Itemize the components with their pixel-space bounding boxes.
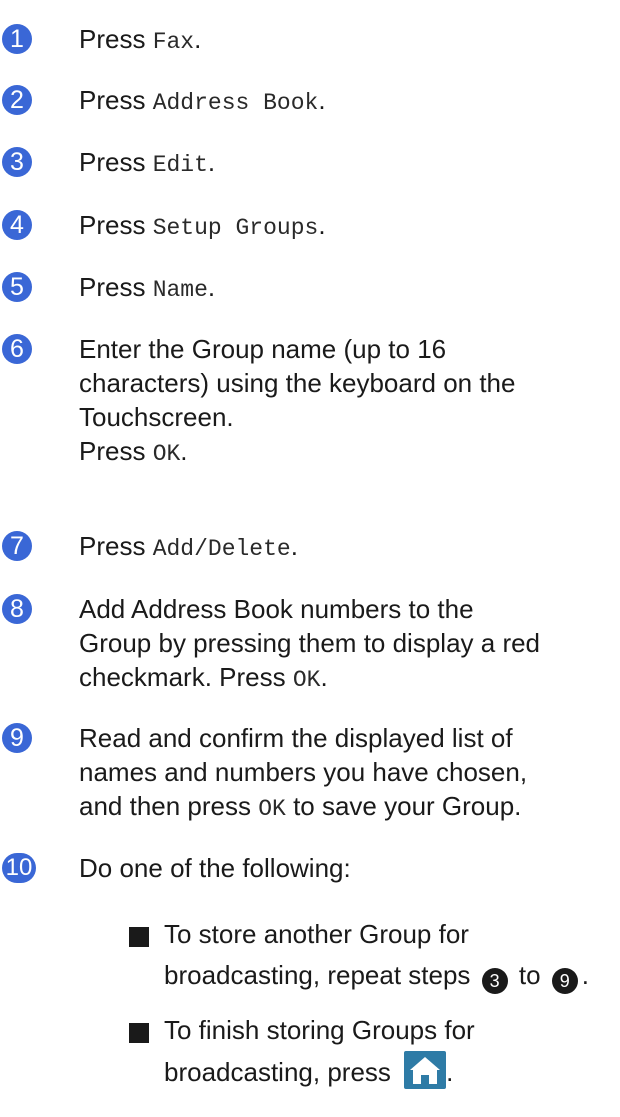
step-text: Press Add/Delete. <box>79 531 298 562</box>
step-text: Press Name. <box>79 272 216 303</box>
step-number-badge: 3 <box>2 147 32 177</box>
home-icon-graphic <box>410 1057 441 1084</box>
step-number-badge: 1 <box>2 24 32 54</box>
button-name: Fax <box>152 29 195 55</box>
bullet-square <box>129 1023 149 1043</box>
button-name: Add/Delete <box>152 536 291 562</box>
button-name: Setup Groups <box>152 215 319 241</box>
step-text: Press Fax. <box>79 24 202 55</box>
step-text: Enter the Group name (up to 16 character… <box>79 334 516 467</box>
button-name: OK <box>258 796 286 822</box>
step-number-badge: 7 <box>2 531 32 561</box>
step-text: Read and confirm the displayed list of n… <box>79 723 528 822</box>
button-name: Address Book <box>152 90 319 116</box>
step-number-badge: 4 <box>2 210 32 240</box>
step-ref-badge: 3 <box>481 968 508 994</box>
step-number-badge: 9 <box>2 723 32 753</box>
step-number-badge: 10 <box>2 853 36 883</box>
bullet-square <box>129 927 149 947</box>
step-number-badge: 2 <box>2 85 32 115</box>
step-text: Add Address Book numbers to the Group by… <box>79 594 541 693</box>
bullet-text: To store another Group for broadcasting,… <box>164 914 614 996</box>
home-icon <box>404 1051 447 1089</box>
step-text: Do one of the following: <box>79 853 351 883</box>
step-number-badge: 8 <box>2 594 32 624</box>
button-name: OK <box>292 667 321 693</box>
step-ref-badge: 9 <box>551 968 578 994</box>
button-name: Name <box>152 277 208 303</box>
button-name: Edit <box>152 152 208 178</box>
step-text: Press Setup Groups. <box>79 210 326 241</box>
step-text: Press Edit. <box>79 147 216 178</box>
step-number-badge: 6 <box>2 334 32 364</box>
step-number-badge: 5 <box>2 272 32 302</box>
button-name: OK <box>152 441 181 467</box>
bullet-text: To finish storing Groups for broadcastin… <box>164 1015 475 1089</box>
step-text: Press Address Book. <box>79 85 326 116</box>
